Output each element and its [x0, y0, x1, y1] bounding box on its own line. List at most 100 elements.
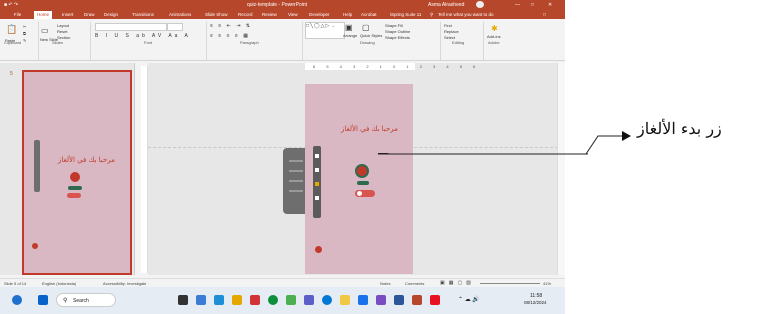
new-slide-icon[interactable]: ▭: [41, 26, 49, 35]
teams-icon[interactable]: [304, 295, 314, 305]
tab-record[interactable]: Record: [238, 12, 253, 17]
shapes-gallery[interactable]: □╲◯△▷→: [305, 22, 345, 39]
addins-icon[interactable]: ✱: [491, 24, 498, 33]
tab-animations[interactable]: Animations: [169, 12, 191, 17]
vertical-ruler: [141, 66, 148, 273]
annotation-connector: [378, 131, 631, 155]
accessibility[interactable]: Accessibility: Investigate: [103, 281, 146, 286]
acrobat-icon[interactable]: [430, 295, 440, 305]
home-icon[interactable]: [315, 246, 322, 253]
horizontal-ruler: 6 5 4 3 2 1 0 1 2 3 4 5 6: [305, 63, 475, 70]
file-explorer-icon[interactable]: [232, 295, 242, 305]
thumb-start-button: [67, 193, 81, 198]
windows-start-icon[interactable]: [38, 295, 48, 305]
window-title: quiz-template - PowerPoint: [247, 2, 308, 8]
layout-button[interactable]: Layout: [57, 23, 69, 28]
font-format-icons[interactable]: B I U S ab AV Aa A: [95, 33, 191, 39]
slide-count: Slide 5 of 14: [4, 281, 27, 286]
quick-styles-icon[interactable]: ▢: [362, 23, 370, 32]
chrome-icon[interactable]: [12, 295, 22, 305]
app-icon-chat[interactable]: [286, 295, 296, 305]
align-icons[interactable]: ≡ ≡ ≡ ≡ ▦: [210, 33, 250, 39]
search-icon[interactable]: ⚲: [430, 12, 433, 18]
thumb-globe-icon: [70, 172, 80, 182]
format-painter-icon[interactable]: ✎: [23, 38, 26, 43]
tab-ispring[interactable]: iSpring Suite 11: [390, 12, 421, 17]
avatar[interactable]: [476, 1, 484, 8]
search-icon: ⚲: [63, 298, 68, 304]
tab-help[interactable]: Help: [343, 12, 352, 17]
tab-draw[interactable]: Draw: [84, 12, 95, 17]
tab-home[interactable]: Home: [34, 11, 53, 19]
shape-fill-button[interactable]: Shape Fill: [385, 23, 403, 28]
tab-design[interactable]: Design: [104, 12, 118, 17]
comments-icon[interactable]: □: [543, 12, 546, 17]
thumb-globe-stand: [68, 186, 82, 190]
tab-acrobat[interactable]: Acrobat: [361, 12, 377, 17]
group-label-font: Font: [144, 40, 153, 45]
tab-slide-show[interactable]: Slide Show: [205, 12, 228, 17]
slide-thumbnail[interactable]: مرحبا بك في الألغاز: [22, 70, 132, 275]
find-button[interactable]: Find: [444, 23, 452, 28]
widgets-icon[interactable]: [196, 295, 206, 305]
reset-button[interactable]: Reset: [57, 29, 67, 34]
addins-button[interactable]: Add-ins: [487, 34, 501, 39]
globe-icon: [355, 164, 369, 178]
tab-insert[interactable]: Insert: [62, 12, 73, 17]
font-size-input[interactable]: [167, 23, 183, 31]
app-icon-blue[interactable]: [322, 295, 332, 305]
ribbon-tabs: File Home Insert Draw Design Transitions…: [0, 10, 565, 19]
clock-time[interactable]: 11:58: [530, 293, 542, 299]
paste-icon[interactable]: 📋: [6, 24, 17, 35]
shape-effects-button[interactable]: Shape Effects: [385, 35, 410, 40]
app-icon-purple[interactable]: [376, 295, 386, 305]
thumb-side-panel: [34, 140, 40, 192]
group-label-clipboard: Clipboard: [4, 40, 22, 45]
cut-icon[interactable]: ✂: [23, 24, 26, 29]
system-tray-icons[interactable]: ⌃ ☁ 🔊: [458, 296, 480, 303]
font-name-input[interactable]: [95, 23, 167, 31]
language[interactable]: English (Indonesia): [42, 281, 76, 286]
start-quiz-button[interactable]: [355, 190, 375, 197]
globe-stand: [357, 181, 369, 185]
thumb-home-icon: [32, 243, 38, 249]
shape-outline-button[interactable]: Shape Outline: [385, 29, 410, 34]
close-icon[interactable]: ✕: [548, 2, 552, 8]
bullets-icon[interactable]: ≡ ≡ ⇤ ⇥ ⇅: [210, 23, 252, 29]
word-icon[interactable]: [394, 295, 404, 305]
tell-me-search[interactable]: Tell me what you want to do: [438, 12, 494, 17]
group-label-editing: Editing: [452, 40, 465, 45]
tab-transitions[interactable]: Transitions: [132, 12, 154, 17]
group-label-paragraph: Paragraph: [240, 40, 259, 45]
edge-icon[interactable]: [214, 295, 224, 305]
tab-developer[interactable]: Developer: [309, 12, 330, 17]
group-label-drawing: Drawing: [360, 40, 375, 45]
copy-icon[interactable]: ⧉: [23, 31, 26, 36]
replace-button[interactable]: Replace: [444, 29, 459, 34]
user-name[interactable]: Asma Alrasheed: [428, 2, 464, 8]
annotation-arrow: [378, 153, 588, 155]
tab-file[interactable]: File: [14, 12, 21, 17]
clock-date[interactable]: 08/12/2024: [524, 300, 547, 305]
arrow-head-icon: [622, 131, 631, 141]
group-label-adobe: Adobe: [488, 40, 500, 45]
task-view-icon[interactable]: [178, 295, 188, 305]
ruler-ticks: 6 5 4 3 2 1 0 1 2 3 4 5 6: [313, 64, 481, 69]
app-icon-green[interactable]: [268, 295, 278, 305]
taskbar-search[interactable]: ⚲ Search: [56, 293, 116, 307]
arrange-button[interactable]: Arrange: [343, 33, 357, 38]
tab-review[interactable]: Review: [262, 12, 277, 17]
title-bar: ■ ↶ ↷ quiz-template - PowerPoint Asma Al…: [0, 0, 565, 10]
arrange-icon[interactable]: ▣: [345, 23, 353, 32]
minimize-icon[interactable]: —: [515, 2, 520, 8]
save-icon[interactable]: ■ ↶ ↷: [4, 2, 18, 8]
app-icon-docs[interactable]: [358, 295, 368, 305]
app-icon-yellow[interactable]: [340, 295, 350, 305]
quick-styles-button[interactable]: Quick Styles: [360, 33, 382, 38]
office-icon[interactable]: [250, 295, 260, 305]
powerpoint-icon[interactable]: [412, 295, 422, 305]
ribbon: [0, 19, 565, 61]
annotation-label: زر بدء الألغاز: [637, 119, 722, 138]
tab-view[interactable]: View: [288, 12, 298, 17]
restore-icon[interactable]: □: [531, 2, 534, 8]
